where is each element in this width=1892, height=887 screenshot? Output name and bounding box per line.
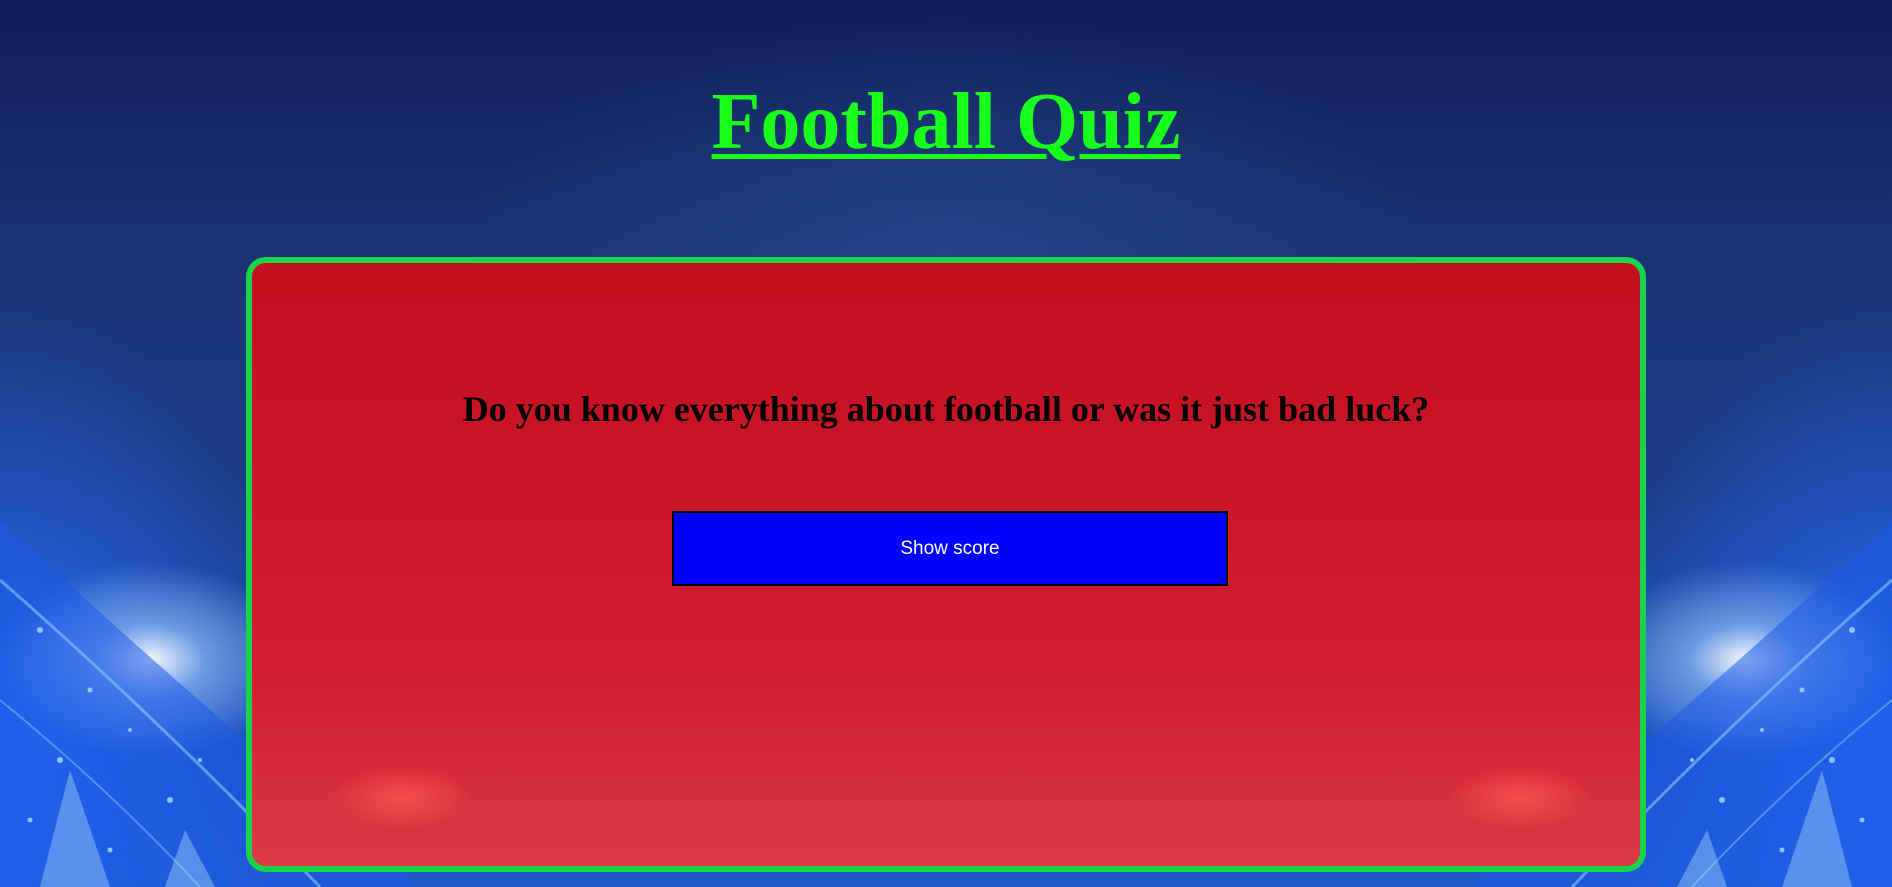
- show-score-button[interactable]: Show score: [672, 511, 1228, 586]
- quiz-question: Do you know everything about football or…: [462, 389, 1430, 429]
- header: Football Quiz: [0, 78, 1892, 166]
- quiz-card: Do you know everything about football or…: [246, 257, 1646, 872]
- page-title: Football Quiz: [711, 78, 1181, 166]
